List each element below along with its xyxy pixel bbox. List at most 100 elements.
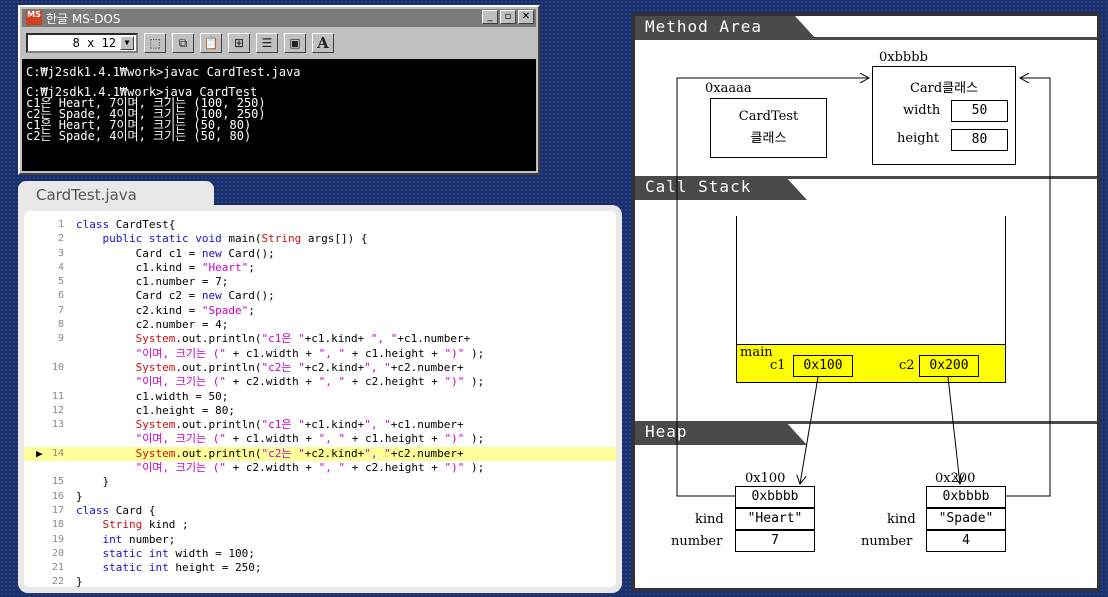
code-text: c1.height = 80; (76, 403, 235, 417)
code-text: "이며, 크기는 (" + c2.width + ", " + c2.heigh… (135, 461, 485, 475)
code-text: System.out.println("c1은 "+c1.kind+", "+c… (135, 418, 464, 432)
code-text: public static void main(String args[]) { (102, 232, 368, 246)
background-icon[interactable]: ▣ (284, 33, 306, 53)
code-text: static int width = 100; (102, 546, 255, 560)
code-text: c1.number = 7; (76, 275, 229, 289)
line-number: 11 (51, 390, 64, 402)
line-number: 19 (51, 533, 64, 545)
code-line[interactable]: 1 class CardTest{ (24, 218, 616, 232)
code-line[interactable]: 7 c2.kind = "Spade"; (24, 304, 616, 318)
code-line[interactable]: 8 c2.number = 4; (24, 318, 616, 332)
line-number: 4 (57, 261, 64, 273)
code-line[interactable]: 13 System.out.println("c1은 "+c1.kind+", … (24, 418, 616, 432)
ms-dos-icon: MS (26, 11, 42, 25)
chevron-down-icon[interactable]: ▼ (120, 36, 134, 50)
line-number: 3 (57, 247, 64, 259)
maximize-button[interactable]: ▫ (500, 10, 516, 24)
code-text: } (76, 475, 110, 489)
code-line[interactable]: "이며, 크기는 (" + c1.width + ", " + c1.heigh… (24, 432, 616, 446)
line-number: 17 (51, 504, 64, 516)
line-number: 21 (51, 562, 64, 574)
code-text: } (76, 489, 83, 503)
code-line[interactable]: "이며, 크기는 (" + c2.width + ", " + c2.heigh… (24, 461, 616, 475)
minimize-button[interactable]: _ (482, 10, 498, 24)
code-area[interactable]: 1 class CardTest{2 public static void mai… (24, 211, 616, 587)
code-line[interactable]: 20 static int width = 100; (24, 547, 616, 561)
line-number: 18 (51, 519, 64, 531)
code-text: Card c2 = new Card(); (76, 289, 275, 303)
code-text: System.out.println("c1은 "+c1.kind+ ", "+… (135, 332, 471, 346)
line-number: 14 (51, 447, 64, 459)
mark-icon[interactable]: ⬚ (144, 33, 166, 53)
code-line[interactable]: 17 class Card { (24, 504, 616, 518)
code-line[interactable]: "이며, 크기는 (" + c1.width + ", " + c1.heigh… (24, 347, 616, 361)
obj2-class-pointer (1006, 78, 1051, 497)
close-button[interactable]: ✕ (518, 10, 534, 24)
code-text: "이며, 크기는 (" + c2.width + ", " + c2.heigh… (135, 375, 485, 389)
code-text: System.out.println("c2는 "+c2.kind+", "+c… (135, 360, 464, 374)
line-number: 6 (57, 290, 64, 302)
code-text: static int height = 250; (102, 561, 262, 575)
dos-toolbar: 8 x 12 ▼ ⬚ ⧉ 📋 ⊞ ☰ ▣ A (22, 30, 536, 56)
font-icon[interactable]: A (312, 33, 334, 53)
code-line[interactable]: 19 int number; (24, 533, 616, 547)
code-line[interactable]: 6 Card c2 = new Card(); (24, 289, 616, 303)
code-text: System.out.println("c2는 "+c2.kind+", "+c… (135, 446, 464, 460)
code-text: "이며, 크기는 (" + c1.width + ", " + c1.heigh… (135, 432, 485, 446)
obj1-class-pointer (676, 78, 869, 497)
code-text: c2.number = 4; (76, 318, 229, 332)
memory-diagram: Method Area 0xaaaa CardTest 클래스 0xbbbb C… (632, 13, 1100, 591)
code-line[interactable]: 18 String kind ; (24, 518, 616, 532)
line-number: 13 (51, 419, 64, 431)
line-number: 5 (57, 276, 64, 288)
code-line[interactable]: 10 System.out.println("c2는 "+c2.kind+", … (24, 361, 616, 375)
code-line[interactable]: ▶ 14 System.out.println("c2는 "+c2.kind+",… (24, 446, 616, 462)
code-line[interactable]: "이며, 크기는 (" + c2.width + ", " + c2.heigh… (24, 375, 616, 389)
font-size-select[interactable]: 8 x 12 ▼ (26, 33, 138, 53)
code-editor: 1 class CardTest{2 public static void mai… (18, 205, 622, 593)
code-line[interactable]: 11 c1.width = 50; (24, 390, 616, 404)
code-line[interactable]: 15 } (24, 475, 616, 489)
line-number: 20 (51, 547, 64, 559)
console-line: C:₩j2sdk1.4.1₩work>javac CardTest.java (26, 65, 301, 79)
code-text: class CardTest{ (76, 218, 176, 231)
reference-arrows (676, 16, 1051, 497)
code-line[interactable]: 22} (24, 575, 616, 587)
fullscreen-icon[interactable]: ⊞ (228, 33, 250, 53)
paste-icon[interactable]: 📋 (200, 33, 222, 53)
code-text: class Card { (76, 503, 156, 517)
code-line[interactable]: 4 c1.kind = "Heart"; (24, 261, 616, 275)
line-number: 16 (51, 490, 64, 502)
code-line[interactable]: 2 public static void main(String args[])… (24, 232, 616, 246)
line-number: 1 (57, 219, 64, 230)
line-number: 2 (57, 233, 64, 245)
code-text: c2.kind = "Spade"; (76, 303, 255, 317)
line-number: 10 (51, 361, 64, 373)
code-line[interactable]: 21 static int height = 250; (24, 561, 616, 575)
code-text: c1.kind = "Heart"; (76, 260, 255, 274)
dos-window: MS 한글 MS-DOS _ ▫ ✕ 8 x 12 ▼ ⬚ ⧉ 📋 ⊞ ☰ ▣ … (18, 5, 540, 175)
line-number: 12 (51, 404, 64, 416)
dos-window-title: 한글 MS-DOS (46, 11, 121, 26)
c2-pointer-arrow (947, 376, 960, 484)
code-line[interactable]: 3 Card c1 = new Card(); (24, 247, 616, 261)
code-text: int number; (102, 532, 176, 546)
code-text: c1.width = 50; (76, 389, 229, 403)
code-text: } (76, 575, 83, 587)
console-output[interactable]: C:₩j2sdk1.4.1₩work>javac CardTest.java C:… (22, 59, 536, 171)
code-line[interactable]: 16} (24, 490, 616, 504)
console-line: c2는 Spade, 4이며, 크기는 (50, 80) (26, 129, 252, 143)
line-number: 8 (57, 319, 64, 331)
code-text: String kind ; (102, 518, 189, 532)
code-line[interactable]: 12 c1.height = 80; (24, 404, 616, 418)
code-line[interactable]: 9 System.out.println("c1은 "+c1.kind+ ", … (24, 332, 616, 346)
line-number: 9 (57, 333, 64, 345)
copy-icon[interactable]: ⧉ (172, 33, 194, 53)
line-number: 7 (57, 304, 64, 316)
code-line[interactable]: 5 c1.number = 7; (24, 275, 616, 289)
code-text: "이며, 크기는 (" + c1.width + ", " + c1.heigh… (135, 346, 485, 360)
font-size-value: 8 x 12 (72, 36, 116, 50)
code-text: Card c1 = new Card(); (76, 246, 275, 260)
properties-icon[interactable]: ☰ (256, 33, 278, 53)
dos-title-bar[interactable]: MS 한글 MS-DOS _ ▫ ✕ (22, 9, 536, 27)
